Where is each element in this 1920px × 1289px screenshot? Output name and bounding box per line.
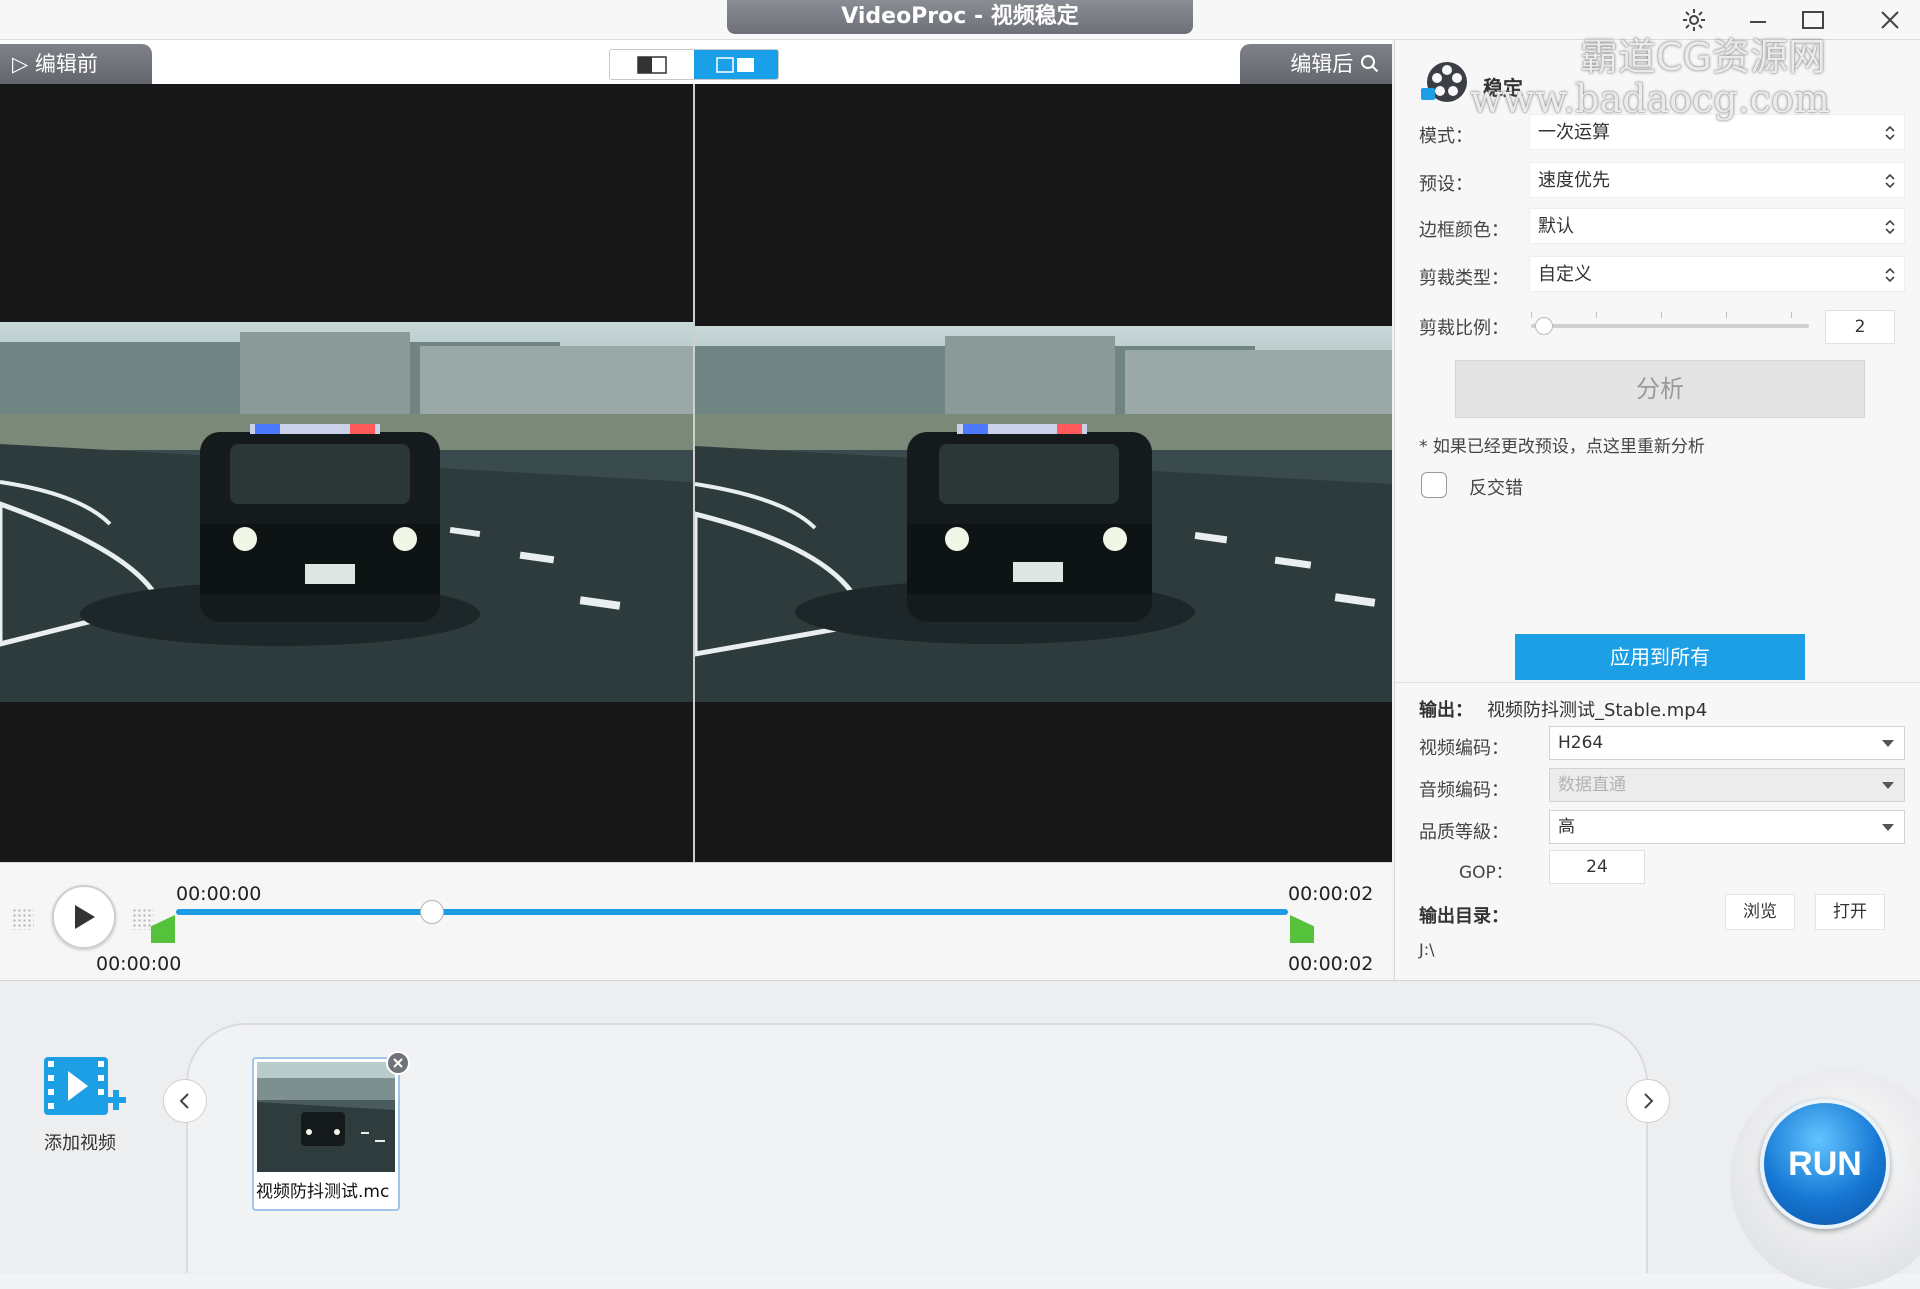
mode-value: 一次运算 xyxy=(1538,122,1610,143)
before-label: 编辑前 xyxy=(34,52,98,76)
crop-type-value: 自定义 xyxy=(1538,264,1592,285)
preset-label: 预设： xyxy=(1419,174,1473,195)
chevron-right-icon xyxy=(1644,1093,1654,1109)
grip-handle-left xyxy=(12,908,34,930)
chevron-left-icon xyxy=(179,1093,189,1109)
quality-select[interactable]: 高 xyxy=(1549,810,1905,844)
crop-ratio-input[interactable]: 2 xyxy=(1825,310,1895,344)
video-codec-select[interactable]: H264 xyxy=(1549,726,1905,760)
updown-icon xyxy=(1884,218,1896,236)
crop-ratio-value: 2 xyxy=(1854,317,1866,337)
clip-thumbnail[interactable]: 视频防抖测试.mc xyxy=(252,1051,410,1211)
mode-label: 模式： xyxy=(1419,126,1473,147)
trim-start-handle[interactable] xyxy=(151,915,175,943)
slider-ticks xyxy=(1531,312,1809,318)
view-mode-toggle[interactable] xyxy=(609,49,779,80)
video-codec-value: H264 xyxy=(1558,733,1604,753)
output-filename: 视频防抖测试_Stable.mp4 xyxy=(1487,700,1708,721)
film-reel-icon xyxy=(1421,62,1467,102)
after-label: 编辑后 xyxy=(1290,52,1354,76)
reanalyze-note[interactable]: * 如果已经更改预设，点这里重新分析 xyxy=(1419,432,1705,457)
timeline: 00:00:00 00:00:02 00:00:00 00:00:02 xyxy=(0,862,1392,980)
border-color-value: 默认 xyxy=(1538,216,1574,237)
dropdown-arrow-icon xyxy=(1882,782,1894,789)
quality-label: 品质等級： xyxy=(1419,822,1509,843)
output-dir-label: 输出目录： xyxy=(1419,906,1509,927)
preview-area: ▷ 编辑前 编辑后 xyxy=(0,40,1392,862)
scroll-right-button[interactable] xyxy=(1626,1079,1670,1123)
border-color-select[interactable]: 默认 xyxy=(1529,208,1905,244)
quality-value: 高 xyxy=(1558,817,1575,837)
apply-to-all-button[interactable]: 应用到所有 xyxy=(1515,634,1805,680)
preview-header: ▷ 编辑前 编辑后 xyxy=(0,40,1392,84)
video-codec-label: 视频编码： xyxy=(1419,738,1509,759)
output-dir-path: J:\ xyxy=(1419,940,1435,959)
deinterlace-label: 反交错 xyxy=(1469,478,1523,499)
border-color-label: 边框颜色： xyxy=(1419,220,1509,241)
add-video-label: 添加视频 xyxy=(44,1133,116,1154)
watermark-line2: www.badaocg.com xyxy=(1470,77,1830,121)
timecode-start-bottom: 00:00:00 xyxy=(96,953,182,975)
clip-name: 视频防抖测试.mc xyxy=(256,1182,390,1202)
play-icon xyxy=(75,905,95,929)
bottom-bar: 添加视频 视频防抖测试.mc RUN xyxy=(0,980,1920,1289)
audio-codec-select: 数据直通 xyxy=(1549,768,1905,802)
open-button[interactable]: 打开 xyxy=(1815,894,1885,930)
crop-type-select[interactable]: 自定义 xyxy=(1529,256,1905,292)
timecode-end-bottom: 00:00:02 xyxy=(1288,953,1374,975)
crop-type-label: 剪裁类型： xyxy=(1419,268,1509,289)
single-view-icon[interactable] xyxy=(610,50,694,79)
gop-value: 24 xyxy=(1586,857,1608,877)
analyze-button[interactable]: 分析 xyxy=(1455,360,1865,418)
updown-icon xyxy=(1884,266,1896,284)
preset-select[interactable]: 速度优先 xyxy=(1529,162,1905,198)
updown-icon xyxy=(1884,124,1896,142)
settings-panel: 稳定 模式： 一次运算 预设： 速度优先 边框颜色： 默认 剪裁类型： 自定义 … xyxy=(1394,40,1920,980)
clip-preview-image xyxy=(257,1062,395,1172)
dropdown-arrow-icon xyxy=(1882,740,1894,747)
watermark-line1: 霸道CG资源网 xyxy=(1580,35,1826,79)
add-video-button[interactable]: 添加视频 xyxy=(30,1053,130,1163)
gop-label: GOP： xyxy=(1459,863,1513,883)
trim-end-handle[interactable] xyxy=(1290,915,1314,943)
play-outline-icon: ▷ xyxy=(12,52,29,76)
crop-ratio-label: 剪裁比例： xyxy=(1419,318,1509,339)
split-view-icon[interactable] xyxy=(694,50,778,79)
close-icon[interactable] xyxy=(1870,4,1910,36)
video-before xyxy=(0,84,693,862)
updown-icon xyxy=(1884,172,1896,190)
crop-ratio-knob[interactable] xyxy=(1535,317,1553,335)
zoom-search-icon xyxy=(1360,52,1380,76)
gop-input[interactable]: 24 xyxy=(1549,850,1645,884)
audio-codec-label: 音频编码： xyxy=(1419,780,1509,801)
grip-handle-right xyxy=(132,908,154,930)
stabilize-header: 稳定 xyxy=(1419,58,1523,110)
close-icon xyxy=(393,1058,403,1068)
scroll-left-button[interactable] xyxy=(163,1079,207,1123)
run-button[interactable]: RUN xyxy=(1760,1099,1890,1229)
dropdown-arrow-icon xyxy=(1882,824,1894,831)
watermark: 霸道CG资源网 www.badaocg.com xyxy=(1470,26,1830,121)
timecode-end-top: 00:00:02 xyxy=(1288,883,1374,905)
tab-before-edit[interactable]: ▷ 编辑前 xyxy=(0,44,152,84)
video-after xyxy=(692,84,1392,862)
browse-button[interactable]: 浏览 xyxy=(1725,894,1795,930)
video-compare xyxy=(0,84,1392,862)
deinterlace-checkbox[interactable] xyxy=(1421,472,1447,498)
preset-value: 速度优先 xyxy=(1538,170,1610,191)
remove-clip-button[interactable] xyxy=(386,1051,410,1075)
timecode-start-top: 00:00:00 xyxy=(176,883,262,905)
play-button[interactable] xyxy=(52,885,116,949)
window-title: VideoProc - 视频稳定 xyxy=(727,0,1193,34)
crop-ratio-slider[interactable] xyxy=(1531,312,1809,335)
tab-after-edit[interactable]: 编辑后 xyxy=(1240,44,1392,84)
panel-divider xyxy=(1395,682,1920,683)
output-label: 输出： xyxy=(1419,700,1473,721)
run-button-frame: RUN xyxy=(1730,1069,1920,1289)
add-video-icon xyxy=(44,1057,126,1115)
audio-codec-value: 数据直通 xyxy=(1558,775,1626,795)
timeline-track[interactable] xyxy=(176,909,1288,915)
seek-handle[interactable] xyxy=(419,900,444,924)
